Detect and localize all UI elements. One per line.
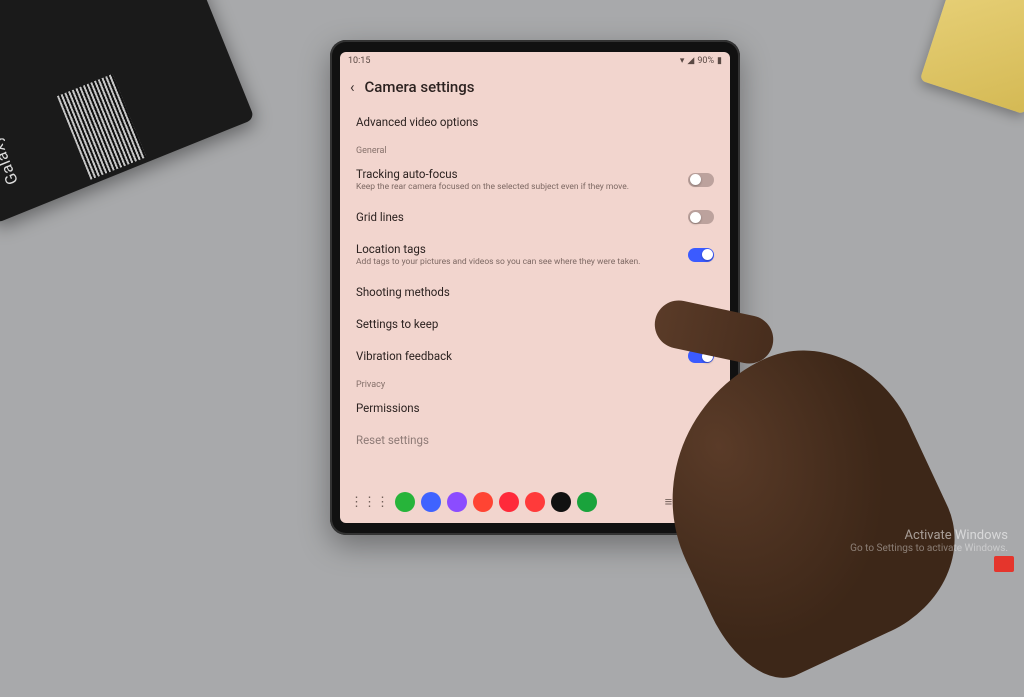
label-tracking-autofocus: Tracking auto-focus (356, 167, 676, 181)
toggle-tracking-autofocus[interactable] (688, 173, 714, 187)
row-vibration-feedback[interactable]: Vibration feedback (356, 340, 714, 372)
product-box-label: Galaxy Z Fold6 (0, 77, 22, 188)
back-button[interactable]: ‹ (350, 78, 355, 96)
toggle-location-tags[interactable] (688, 248, 714, 262)
status-time: 10:15 (348, 56, 370, 66)
product-box: Galaxy Z Fold6 (0, 0, 255, 224)
channel-badge (994, 556, 1014, 572)
label-location-tags: Location tags (356, 242, 676, 256)
yelp-icon[interactable] (499, 492, 519, 512)
section-general: General (356, 138, 714, 158)
wifi-icon: ▾ (680, 56, 685, 66)
app-dock: ⋮⋮⋮ (350, 492, 597, 512)
nav-recents[interactable]: ≡ (665, 494, 673, 510)
battery-label: 90% (697, 56, 714, 66)
row-permissions[interactable]: Permissions (356, 392, 714, 424)
label-shooting-methods: Shooting methods (356, 285, 714, 299)
gallery-icon[interactable] (447, 492, 467, 512)
label-permissions: Permissions (356, 401, 714, 415)
settings-header: ‹ Camera settings (340, 70, 730, 106)
row-grid-lines[interactable]: Grid lines (356, 201, 714, 233)
label-grid-lines: Grid lines (356, 210, 676, 224)
phone-icon[interactable] (395, 492, 415, 512)
settings-list[interactable]: Advanced video options General Tracking … (340, 106, 730, 481)
barcode-sticker (57, 74, 146, 180)
messages-icon[interactable] (421, 492, 441, 512)
sub-location-tags: Add tags to your pictures and videos so … (356, 257, 676, 267)
label-vibration-feedback: Vibration feedback (356, 349, 676, 363)
row-location-tags[interactable]: Location tags Add tags to your pictures … (356, 233, 714, 276)
flipboard-icon[interactable] (473, 492, 493, 512)
watermark-sub: Go to Settings to activate Windows. (850, 543, 1008, 554)
row-advanced-video[interactable]: Advanced video options (356, 106, 714, 138)
toggle-grid-lines[interactable] (688, 210, 714, 224)
apps-grid-icon[interactable]: ⋮⋮⋮ (350, 495, 389, 510)
status-bar: 10:15 ▾ ◢ 90% ▮ (340, 52, 730, 70)
watermark-title: Activate Windows (850, 528, 1008, 543)
windows-watermark: Activate Windows Go to Settings to activ… (850, 528, 1008, 554)
camera-icon[interactable] (525, 492, 545, 512)
signal-icon: ◢ (687, 56, 694, 66)
row-reset-settings[interactable]: Reset settings (356, 424, 714, 447)
section-privacy: Privacy (356, 372, 714, 392)
wooden-prop (920, 0, 1024, 114)
page-title: Camera settings (365, 78, 475, 96)
label-advanced-video: Advanced video options (356, 115, 714, 129)
battery-icon: ▮ (717, 56, 722, 66)
sub-tracking-autofocus: Keep the rear camera focused on the sele… (356, 182, 676, 192)
clock-icon[interactable] (551, 492, 571, 512)
row-tracking-autofocus[interactable]: Tracking auto-focus Keep the rear camera… (356, 158, 714, 201)
device-screen: 10:15 ▾ ◢ 90% ▮ ‹ Camera settings Advanc… (340, 52, 730, 523)
row-shooting-methods[interactable]: Shooting methods (356, 276, 714, 308)
app-icon[interactable] (577, 492, 597, 512)
